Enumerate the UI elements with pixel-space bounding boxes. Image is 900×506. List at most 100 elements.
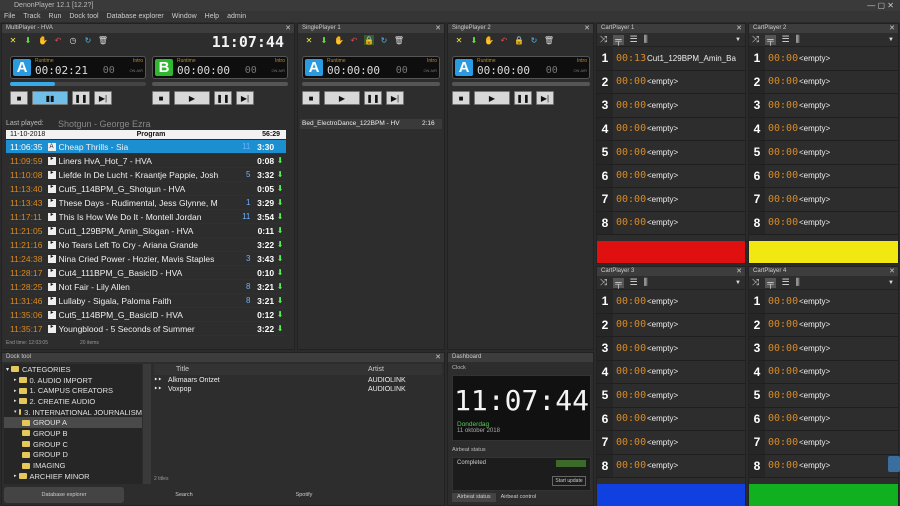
cart-slot[interactable]: 7 00:00 <empty> <box>597 431 745 455</box>
play-button[interactable]: ▮▮ <box>32 91 68 105</box>
hand-icon[interactable]: ✋ <box>38 35 48 45</box>
menu-item-run[interactable]: Run <box>49 11 62 22</box>
cue-icon[interactable]: ╤ <box>765 277 776 288</box>
wave-icon[interactable]: ⫼ <box>796 34 800 45</box>
playlist-row[interactable]: 11:31:46 ⯈ Lullaby - Sigala, Paloma Faith 8… <box>6 294 286 308</box>
download-icon[interactable]: ⬇ <box>469 35 479 45</box>
tab-airbeat-control[interactable]: Airbeat control <box>496 493 541 502</box>
stop-button[interactable]: ■ <box>152 91 170 105</box>
singleplayer-1-item[interactable]: Bed_ElectroDance_122BPM - HV 2:16 <box>300 119 442 129</box>
playlist-row[interactable]: 11:06:35 A Cheap Thrills - Sia 11 3:30 <box>6 140 286 154</box>
cart-slot[interactable]: 4 00:00 <empty> <box>749 360 898 384</box>
next-button[interactable]: ▶| <box>536 91 554 105</box>
shuffle-icon[interactable]: ✕ <box>304 35 314 45</box>
close-icon[interactable]: ✕ <box>889 24 895 33</box>
refresh-icon[interactable]: ↻ <box>529 35 539 45</box>
menu-item-track[interactable]: Track <box>23 11 40 22</box>
cue-icon[interactable]: ╤ <box>613 34 624 45</box>
shuffle-icon[interactable]: ✕ <box>8 35 18 45</box>
lock-icon[interactable]: 🔒 <box>514 35 524 45</box>
cart-slot[interactable]: 2 00:00 <empty> <box>597 70 745 94</box>
cart-slot[interactable]: 2 00:00 <empty> <box>749 313 898 337</box>
cart-slot[interactable]: 4 00:00 <empty> <box>597 117 745 141</box>
start-update-button[interactable]: Start update <box>552 476 586 486</box>
cart-slot[interactable]: 1 00:00 <empty> <box>749 47 898 71</box>
playlist-row[interactable]: 11:28:17 ⯈ Cut4_111BPM_G_BasicID - HVA 0:10… <box>6 266 286 280</box>
play-button[interactable]: ▶ <box>324 91 360 105</box>
cart-slot[interactable]: 1 00:00 <empty> <box>749 290 898 314</box>
cart-slot[interactable]: 6 00:00 <empty> <box>597 407 745 431</box>
cart-slot[interactable]: 5 00:00 <empty> <box>749 384 898 408</box>
cart-slot[interactable]: 8 00:00 <empty> <box>749 211 898 235</box>
cart-slot[interactable]: 1 00:13 Cut1_129BPM_Amin_Ba <box>597 47 745 71</box>
playlist-row[interactable]: 11:17:11 ⯈ This Is How We Do It - Montell … <box>6 210 286 224</box>
tab-spotify[interactable]: Spotify <box>244 487 364 503</box>
shuffle-icon[interactable]: ⤨ <box>600 34 607 45</box>
chevron-down-icon[interactable]: ▼ <box>888 37 894 43</box>
close-icon[interactable]: ✕ <box>285 24 291 33</box>
cart-slot[interactable]: 2 00:00 <empty> <box>597 313 745 337</box>
chevron-down-icon[interactable]: ▼ <box>735 280 741 286</box>
close-icon[interactable]: ✕ <box>736 24 742 33</box>
close-icon[interactable]: ✕ <box>736 267 742 276</box>
pause-button[interactable]: ❚❚ <box>364 91 382 105</box>
expand-icon[interactable]: ▸ <box>14 473 17 479</box>
cart-slot[interactable]: 3 00:00 <empty> <box>597 337 745 361</box>
menu-item-help[interactable]: Help <box>205 11 219 22</box>
hand-icon[interactable]: ✋ <box>334 35 344 45</box>
pause-button[interactable]: ❚❚ <box>514 91 532 105</box>
cart-slot[interactable]: 7 00:00 <empty> <box>749 431 898 455</box>
dock-item-row[interactable]: ⯈⯈ Voxpop AUDIOLINK <box>154 385 442 394</box>
close-icon[interactable]: ✕ <box>435 24 441 33</box>
close-icon[interactable]: ✕ <box>889 267 895 276</box>
cart-slot[interactable]: 5 00:00 <empty> <box>597 141 745 165</box>
tree-item[interactable]: GROUP A <box>4 417 142 429</box>
list-icon[interactable]: ☰ <box>782 277 790 288</box>
tree-item[interactable]: ▸ 0. AUDIO IMPORT <box>4 375 142 386</box>
cart-slot[interactable]: 5 00:00 <empty> <box>749 141 898 165</box>
playlist-row[interactable]: 11:35:17 ⯈ Youngblood - 5 Seconds of Summe… <box>6 322 286 336</box>
collapse-icon[interactable]: ▾ <box>6 366 9 373</box>
shuffle-icon[interactable]: ✕ <box>454 35 464 45</box>
menu-item-file[interactable]: File <box>4 11 15 22</box>
playlist-row[interactable]: 11:10:08 ⯈ Liefde In De Lucht - Kraantje P… <box>6 168 286 182</box>
play-button[interactable]: ▶ <box>174 91 210 105</box>
expand-icon[interactable]: ▸ <box>14 398 17 404</box>
menu-item-database-explorer[interactable]: Database explorer <box>107 11 164 22</box>
tree-scrollbar[interactable] <box>143 364 151 484</box>
cart-slot[interactable]: 8 00:00 <empty> <box>749 454 898 478</box>
pause-button[interactable]: ❚❚ <box>72 91 90 105</box>
tree-item[interactable]: GROUP D <box>4 450 142 461</box>
refresh-icon[interactable]: ↻ <box>379 35 389 45</box>
dock-item-row[interactable]: ⯈⯈ Alkmaars Ontzet AUDIOLINK <box>154 376 442 385</box>
window-controls[interactable]: — ▢ ✕ <box>867 0 894 11</box>
cart-slot[interactable]: 2 00:00 <empty> <box>749 70 898 94</box>
wave-icon[interactable]: ⫼ <box>644 277 648 288</box>
close-icon[interactable]: ✕ <box>435 353 441 362</box>
list-icon[interactable]: ☰ <box>630 277 638 288</box>
cart-slot[interactable]: 5 00:00 <empty> <box>597 384 745 408</box>
next-button[interactable]: ▶| <box>236 91 254 105</box>
list-icon[interactable]: ☰ <box>630 34 638 45</box>
playlist-row[interactable]: 11:09:59 ⯈ Liners HvA_Hot_7 - HVA 0:08 ⬇ <box>6 154 286 168</box>
lock-icon[interactable]: 🔒 <box>364 35 374 45</box>
stop-button[interactable]: ■ <box>452 91 470 105</box>
playlist-row[interactable]: 11:28:25 ⯈ Not Fair - Lily Allen 8 3:21 ⬇ <box>6 280 286 294</box>
play-button[interactable]: ▶ <box>474 91 510 105</box>
menu-item-window[interactable]: Window <box>172 11 197 22</box>
tree-item[interactable]: IMAGING <box>4 460 142 471</box>
stop-button[interactable]: ■ <box>302 91 320 105</box>
cart-slot[interactable]: 6 00:00 <empty> <box>597 164 745 188</box>
cart-slot[interactable]: 4 00:00 <empty> <box>597 360 745 384</box>
cue-icon[interactable]: ╤ <box>765 34 776 45</box>
shuffle-icon[interactable]: ⤨ <box>600 277 607 288</box>
download-icon[interactable]: ⬇ <box>23 35 33 45</box>
cue-icon[interactable]: ╤ <box>613 277 624 288</box>
wave-icon[interactable]: ⫼ <box>644 34 648 45</box>
tree-item[interactable]: ▸ 2. CREATIE AUDIO <box>4 396 142 407</box>
col-artist[interactable]: Artist <box>368 364 442 375</box>
tab-database-explorer[interactable]: Database explorer <box>4 487 124 503</box>
tree-item[interactable]: ▸ 1. CAMPUS CREATORS <box>4 385 142 396</box>
shuffle-icon[interactable]: ⤨ <box>752 34 759 45</box>
cart-slot[interactable]: 4 00:00 <empty> <box>749 117 898 141</box>
